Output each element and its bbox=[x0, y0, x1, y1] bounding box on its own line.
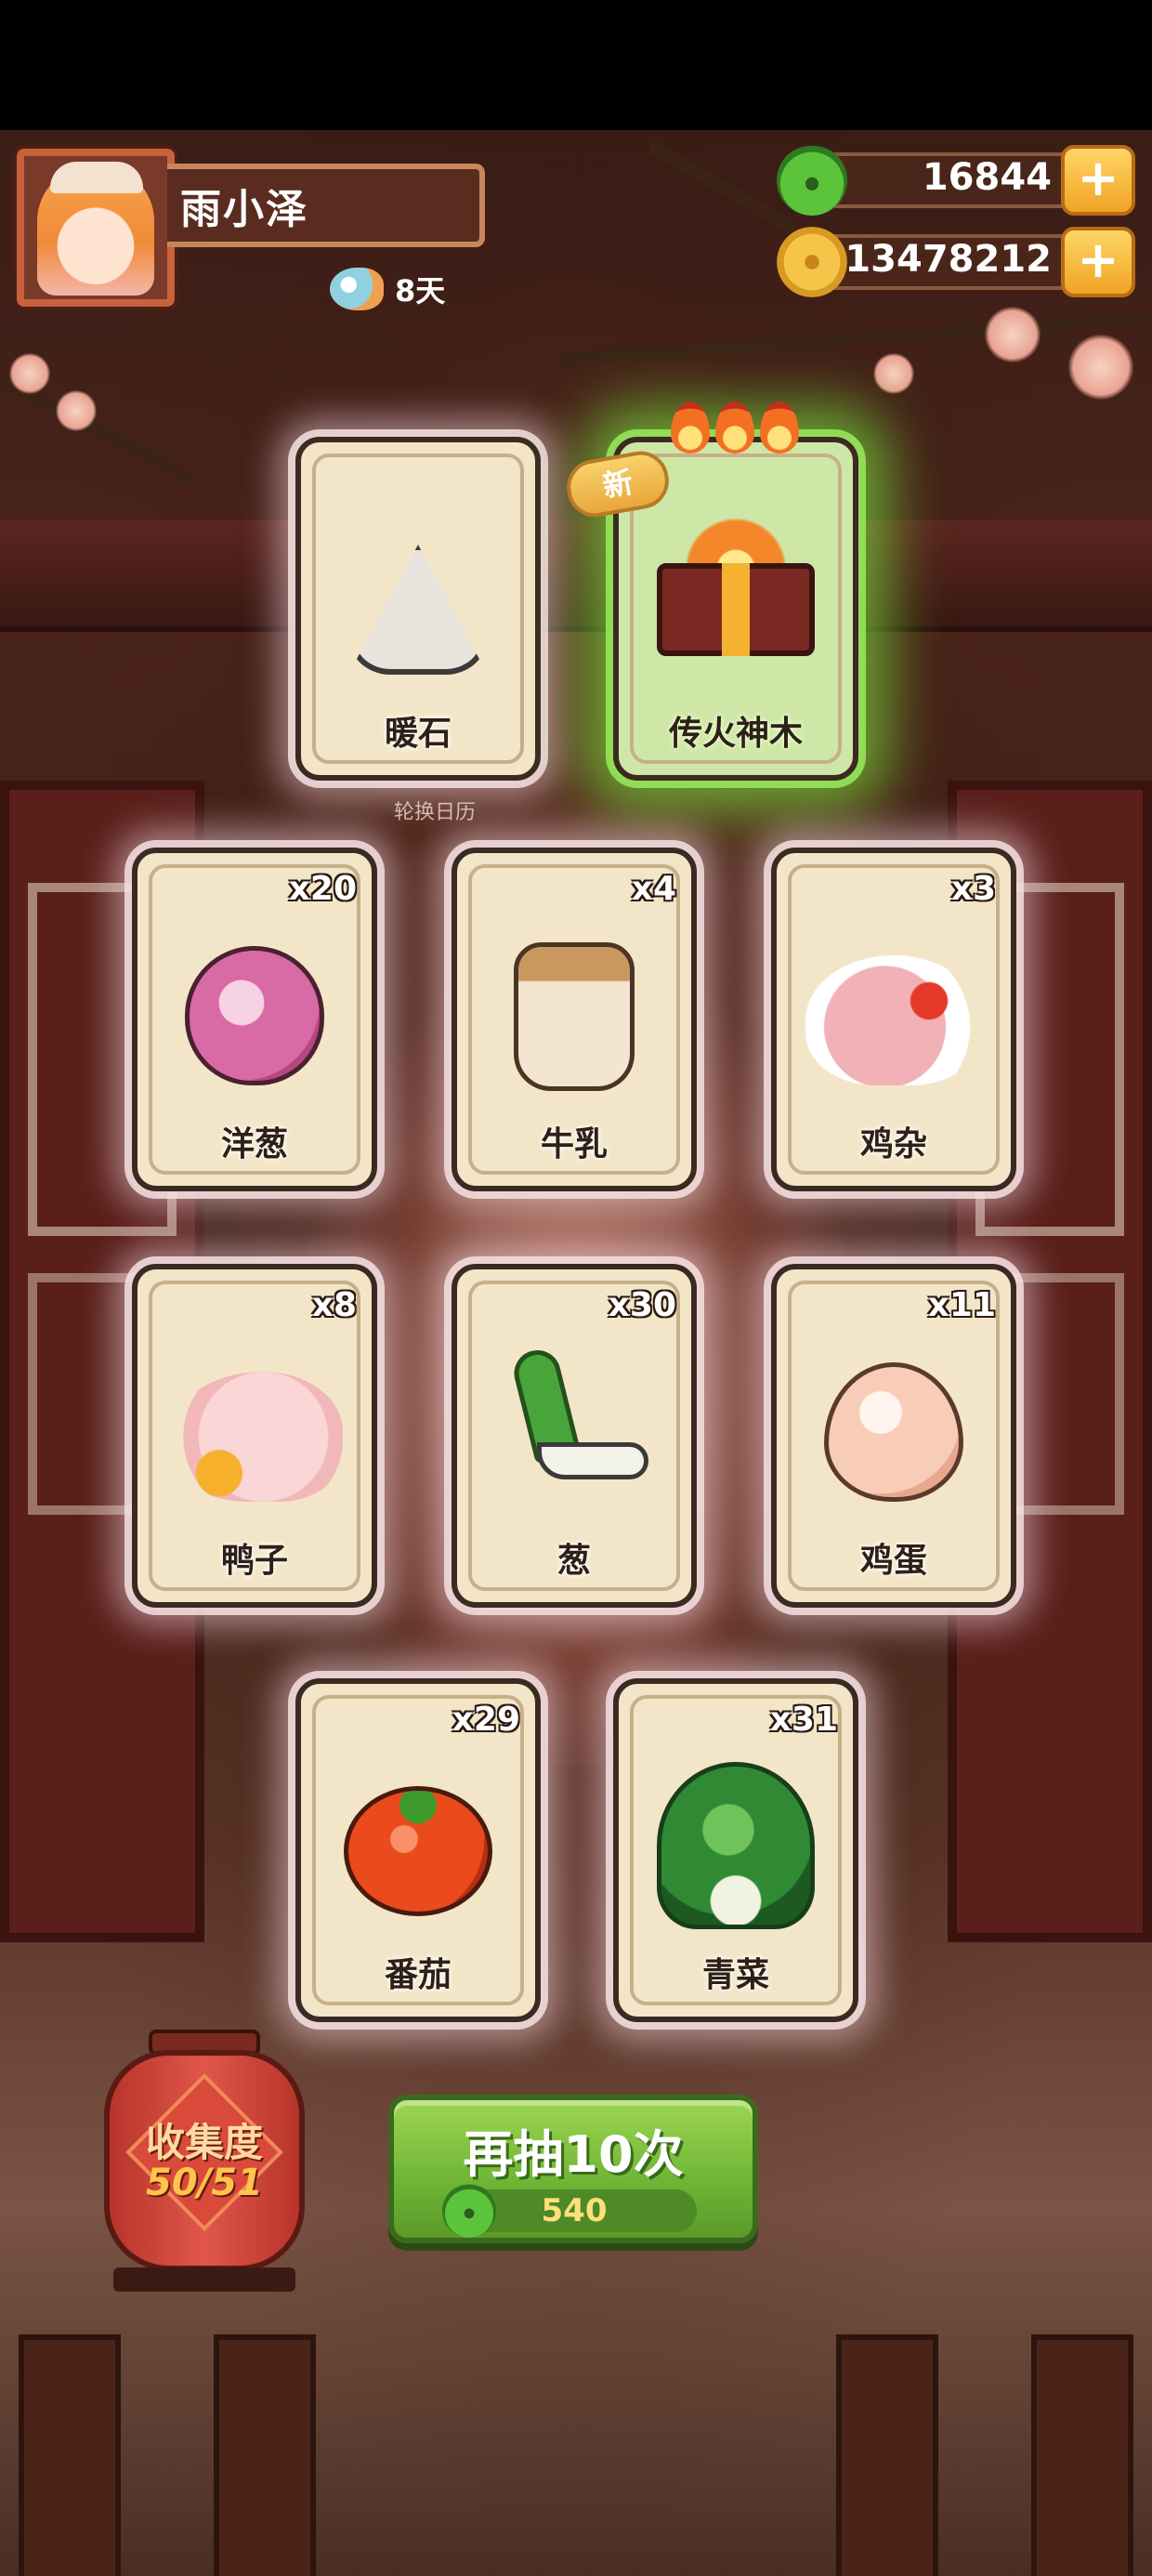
fence-post bbox=[19, 2334, 121, 2576]
collection-label: 收集度 bbox=[145, 2120, 263, 2165]
player-name: 雨小泽 bbox=[180, 186, 308, 233]
card-label: 葱 bbox=[556, 1542, 591, 1580]
jade-currency: 16844 + bbox=[777, 145, 1135, 216]
player-name-bar: 雨小泽 bbox=[167, 164, 485, 247]
item-count: x11 bbox=[927, 1286, 996, 1324]
reward-card-warm-stone[interactable]: 暖石 bbox=[295, 437, 541, 781]
fence-post bbox=[214, 2334, 316, 2576]
lantern-stand bbox=[113, 2267, 295, 2292]
reward-card-onion[interactable]: x20 洋葱 bbox=[132, 848, 377, 1191]
flame-icon bbox=[671, 401, 710, 453]
blossom bbox=[985, 307, 1041, 362]
reward-card-egg[interactable]: x11 鸡蛋 bbox=[771, 1264, 1016, 1608]
blossom bbox=[56, 390, 97, 431]
player-avatar[interactable] bbox=[17, 149, 175, 307]
card-label: 番茄 bbox=[384, 1956, 452, 1994]
card-label: 牛乳 bbox=[540, 1125, 608, 1163]
scallion-icon bbox=[500, 1345, 648, 1507]
fence-post bbox=[1031, 2334, 1133, 2576]
days-indicator: 8天 bbox=[330, 266, 445, 312]
reward-card-tomato[interactable]: x29 番茄 bbox=[295, 1678, 541, 2022]
fish-icon bbox=[330, 268, 384, 310]
card-label: 传火神木 bbox=[668, 715, 803, 753]
days-count: 8天 bbox=[395, 273, 446, 309]
jade-amount: 16844 bbox=[922, 156, 1052, 199]
card-label: 鸭子 bbox=[220, 1542, 288, 1580]
card-label: 鸡蛋 bbox=[859, 1542, 927, 1580]
warm-stone-icon bbox=[348, 545, 488, 675]
draw-cost: 540 bbox=[442, 2184, 697, 2238]
card-label: 鸡杂 bbox=[859, 1125, 927, 1163]
item-count: x3 bbox=[950, 870, 996, 908]
blossom bbox=[873, 353, 914, 394]
roof-eave bbox=[0, 520, 1152, 632]
chicken-giblets-icon bbox=[805, 955, 982, 1085]
reward-card-chicken-giblets[interactable]: x3 鸡杂 bbox=[771, 848, 1016, 1191]
card-label: 洋葱 bbox=[220, 1125, 288, 1163]
onion-icon bbox=[185, 946, 324, 1085]
collection-progress: 50/51 bbox=[146, 2162, 263, 2204]
rotation-calendar-label: 轮换日历 bbox=[394, 801, 477, 824]
duck-icon bbox=[166, 1372, 343, 1502]
blossom bbox=[9, 353, 50, 394]
coin-amount: 13478212 bbox=[844, 238, 1052, 281]
reward-card-bok-choy[interactable]: x31 青菜 bbox=[613, 1678, 858, 2022]
item-count: x20 bbox=[288, 870, 357, 908]
flame-icon bbox=[760, 401, 799, 453]
chef-hat-icon bbox=[50, 162, 143, 193]
card-label: 暖石 bbox=[384, 715, 452, 753]
egg-icon bbox=[824, 1362, 963, 1502]
item-count: x29 bbox=[452, 1701, 520, 1739]
add-coin-button[interactable]: + bbox=[1061, 227, 1135, 297]
draw-10-again-button[interactable]: 再抽10次 540 bbox=[388, 2095, 758, 2243]
reward-card-milk[interactable]: x4 牛乳 bbox=[452, 848, 697, 1191]
item-count: x31 bbox=[769, 1701, 838, 1739]
coin-currency: 13478212 + bbox=[777, 227, 1135, 297]
flame-icon bbox=[715, 401, 754, 453]
rarity-flames bbox=[671, 401, 799, 453]
collection-lantern[interactable]: 收集度 50/51 bbox=[104, 2030, 305, 2292]
coin-icon bbox=[777, 227, 847, 297]
item-count: x30 bbox=[608, 1286, 676, 1324]
fence-post bbox=[836, 2334, 938, 2576]
reward-card-scallion[interactable]: x30 葱 bbox=[452, 1264, 697, 1608]
reward-card-duck[interactable]: x8 鸭子 bbox=[132, 1264, 377, 1608]
status-bar bbox=[0, 0, 1152, 130]
fire-chest-icon bbox=[657, 517, 815, 656]
item-count: x4 bbox=[631, 870, 676, 908]
add-jade-button[interactable]: + bbox=[1061, 145, 1135, 216]
jade-icon bbox=[777, 145, 847, 216]
item-count: x8 bbox=[311, 1286, 357, 1324]
draw-button-label: 再抽10次 bbox=[463, 2125, 684, 2184]
card-label: 青菜 bbox=[701, 1956, 769, 1994]
draw-cost-value: 540 bbox=[541, 2192, 608, 2229]
blossom bbox=[1068, 335, 1133, 400]
tomato-icon bbox=[344, 1786, 492, 1916]
milk-jar-icon bbox=[514, 942, 635, 1091]
bok-choy-icon bbox=[657, 1762, 815, 1929]
